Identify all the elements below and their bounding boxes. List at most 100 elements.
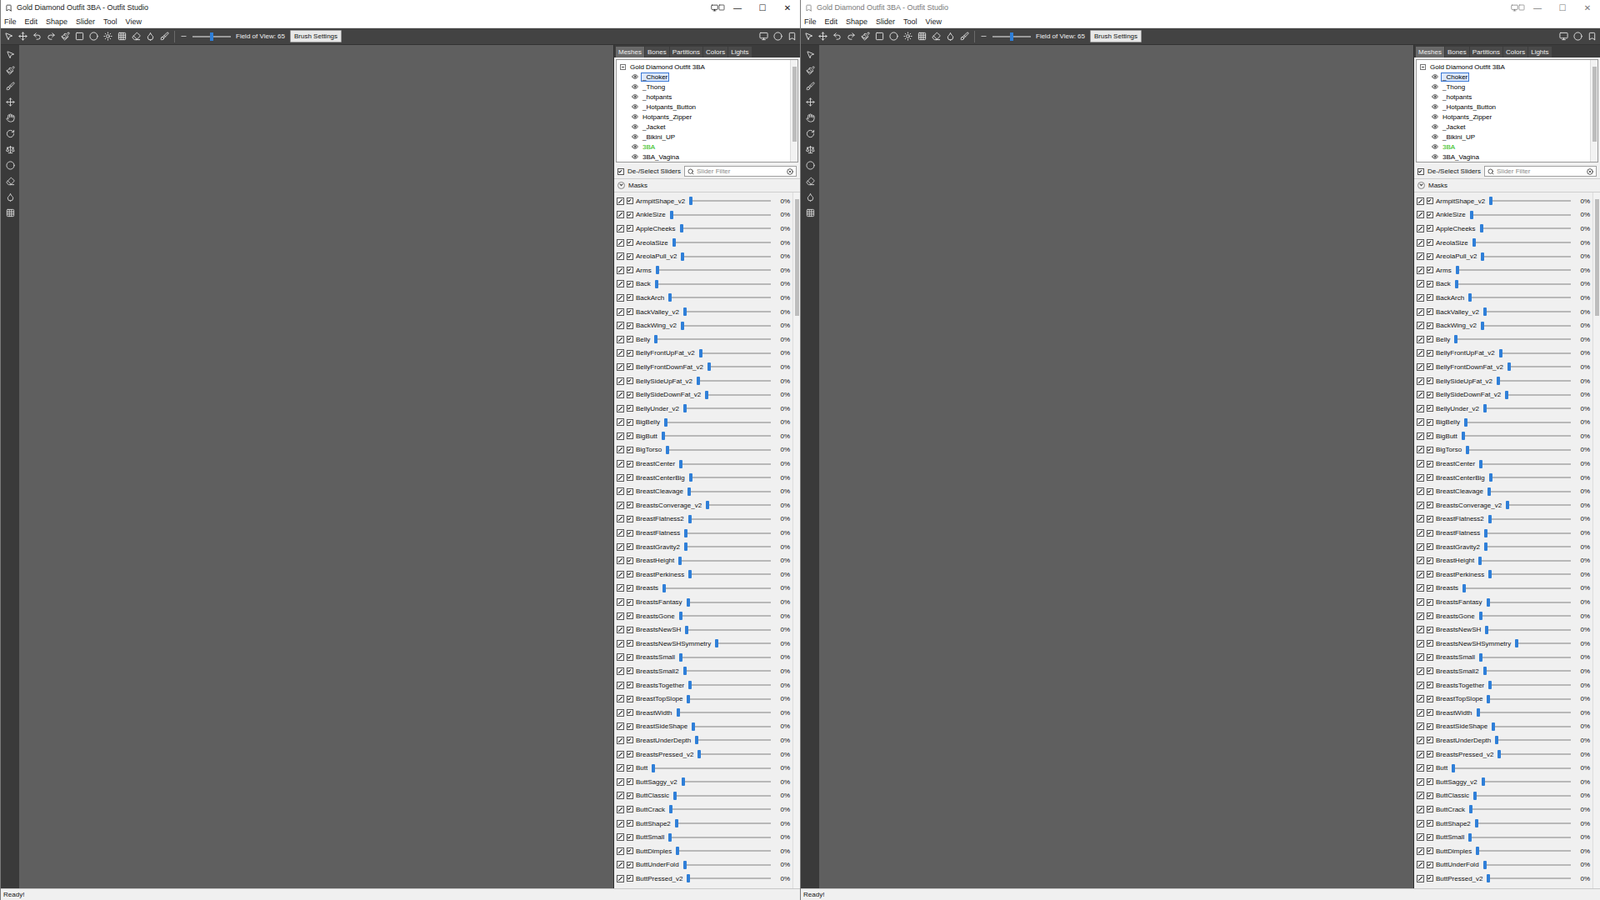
help-icon[interactable] <box>1573 31 1583 41</box>
slider-checkbox[interactable] <box>626 805 634 813</box>
slider-checkbox[interactable] <box>626 225 634 232</box>
slider-thumb[interactable] <box>1499 349 1503 358</box>
slider-checkbox[interactable] <box>626 599 634 606</box>
slider-thumb[interactable] <box>1491 722 1495 731</box>
edit-slider-toggle[interactable] <box>1416 390 1425 399</box>
slider-track[interactable] <box>1488 518 1571 520</box>
slider-track[interactable] <box>1465 449 1571 451</box>
edit-slider-toggle[interactable] <box>1416 239 1425 247</box>
slider-checkbox[interactable] <box>626 322 634 330</box>
slider-track[interactable] <box>680 325 771 327</box>
tree-item[interactable]: 3BA <box>620 141 787 152</box>
display-icon[interactable] <box>1510 4 1519 12</box>
edit-slider-toggle[interactable] <box>616 335 625 344</box>
fov-slider-thumb[interactable] <box>1010 32 1014 41</box>
edit-slider-toggle[interactable] <box>1416 266 1425 275</box>
smooth-tool-icon[interactable] <box>805 113 815 123</box>
scale-tool-icon[interactable] <box>5 145 15 155</box>
edit-slider-toggle[interactable] <box>616 805 625 814</box>
tree-item[interactable]: _Jacket <box>620 121 787 132</box>
slider-track[interactable] <box>1461 435 1571 437</box>
window-control-button[interactable]: — <box>1525 0 1550 15</box>
slider-thumb[interactable] <box>1455 280 1459 289</box>
slider-track[interactable] <box>1496 380 1571 382</box>
slider-thumb[interactable] <box>1473 791 1477 800</box>
slider-thumb[interactable] <box>697 750 701 759</box>
edit-slider-toggle[interactable] <box>1416 612 1425 620</box>
slider-track[interactable] <box>1451 767 1571 770</box>
menu-item[interactable]: Tool <box>103 17 118 26</box>
edit-slider-toggle[interactable] <box>1416 363 1425 371</box>
slider-thumb[interactable] <box>1496 376 1500 385</box>
slider-thumb[interactable] <box>1484 529 1488 538</box>
slider-checkbox[interactable] <box>626 750 634 758</box>
slider-checkbox[interactable] <box>1426 570 1434 578</box>
edit-slider-toggle[interactable] <box>1416 556 1425 565</box>
slider-filter-field[interactable] <box>1484 165 1597 177</box>
slider-track[interactable] <box>675 822 771 825</box>
menu-item[interactable]: File <box>4 17 17 26</box>
slider-track[interactable] <box>705 504 771 506</box>
edit-slider-toggle[interactable] <box>1416 460 1425 468</box>
slider-thumb[interactable] <box>1468 833 1472 842</box>
slider-thumb[interactable] <box>679 460 683 469</box>
slider-track[interactable] <box>665 449 771 451</box>
slider-thumb[interactable] <box>699 349 703 358</box>
slider-thumb[interactable] <box>1505 390 1509 400</box>
edit-slider-toggle[interactable] <box>1416 667 1425 675</box>
slider-checkbox[interactable] <box>1426 335 1434 343</box>
slider-thumb[interactable] <box>678 556 682 565</box>
edit-slider-toggle[interactable] <box>1416 474 1425 482</box>
slider-thumb[interactable] <box>1455 265 1460 275</box>
slider-track[interactable] <box>675 850 771 852</box>
edit-slider-toggle[interactable] <box>616 418 625 426</box>
panel-tab[interactable]: Partitions <box>1470 46 1503 58</box>
edit-slider-toggle[interactable] <box>616 543 625 551</box>
slider-thumb[interactable] <box>1488 680 1492 690</box>
slider-thumb[interactable] <box>686 874 690 883</box>
window-control-button[interactable]: ☐ <box>750 0 775 15</box>
slider-track[interactable] <box>1468 836 1571 839</box>
slider-thumb[interactable] <box>1475 819 1479 828</box>
erase-icon[interactable] <box>931 31 941 41</box>
rotate-tool-icon[interactable] <box>5 129 15 139</box>
select-sliders-checkbox[interactable] <box>617 168 625 175</box>
slider-track[interactable] <box>1480 325 1571 327</box>
slider-checkbox[interactable] <box>1426 377 1434 385</box>
slider-track[interactable] <box>686 698 771 700</box>
slider-thumb[interactable] <box>675 846 680 855</box>
menu-item[interactable]: Shape <box>45 17 68 26</box>
slider-thumb[interactable] <box>1505 500 1510 510</box>
slider-checkbox[interactable] <box>1426 350 1434 357</box>
slider-checkbox[interactable] <box>626 335 634 343</box>
slider-thumb[interactable] <box>1479 611 1483 620</box>
slider-track[interactable] <box>1483 670 1571 672</box>
slider-checkbox[interactable] <box>626 709 634 716</box>
slider-checkbox[interactable] <box>626 530 634 537</box>
tree-item[interactable]: 3BA <box>1420 141 1587 152</box>
visibility-eye-icon[interactable] <box>631 133 639 140</box>
edit-slider-toggle[interactable] <box>1416 625 1425 634</box>
slider-track[interactable] <box>1488 573 1571 575</box>
slider-thumb[interactable] <box>1475 846 1480 855</box>
edit-slider-toggle[interactable] <box>1416 501 1425 510</box>
edit-slider-toggle[interactable] <box>616 709 625 717</box>
erase-icon[interactable] <box>131 31 141 41</box>
slider-thumb[interactable] <box>715 639 719 648</box>
edit-slider-toggle[interactable] <box>1416 335 1425 344</box>
edit-slider-toggle[interactable] <box>1416 570 1425 579</box>
slider-checkbox[interactable] <box>1426 557 1434 565</box>
slider-thumb[interactable] <box>688 570 692 579</box>
menu-item[interactable]: View <box>125 17 142 26</box>
slider-track[interactable] <box>1480 227 1571 230</box>
edit-slider-toggle[interactable] <box>1416 681 1425 690</box>
sphere-icon[interactable] <box>889 31 899 41</box>
slider-checkbox[interactable] <box>1426 695 1434 703</box>
undiff-tool-icon[interactable] <box>5 176 15 186</box>
viewport-icon[interactable] <box>759 31 769 41</box>
inflate-tool-icon[interactable] <box>805 81 815 91</box>
slider-checkbox[interactable] <box>626 778 634 785</box>
slider-thumb[interactable] <box>695 735 699 745</box>
slider-track[interactable] <box>1479 656 1571 659</box>
slider-track[interactable] <box>689 200 771 202</box>
